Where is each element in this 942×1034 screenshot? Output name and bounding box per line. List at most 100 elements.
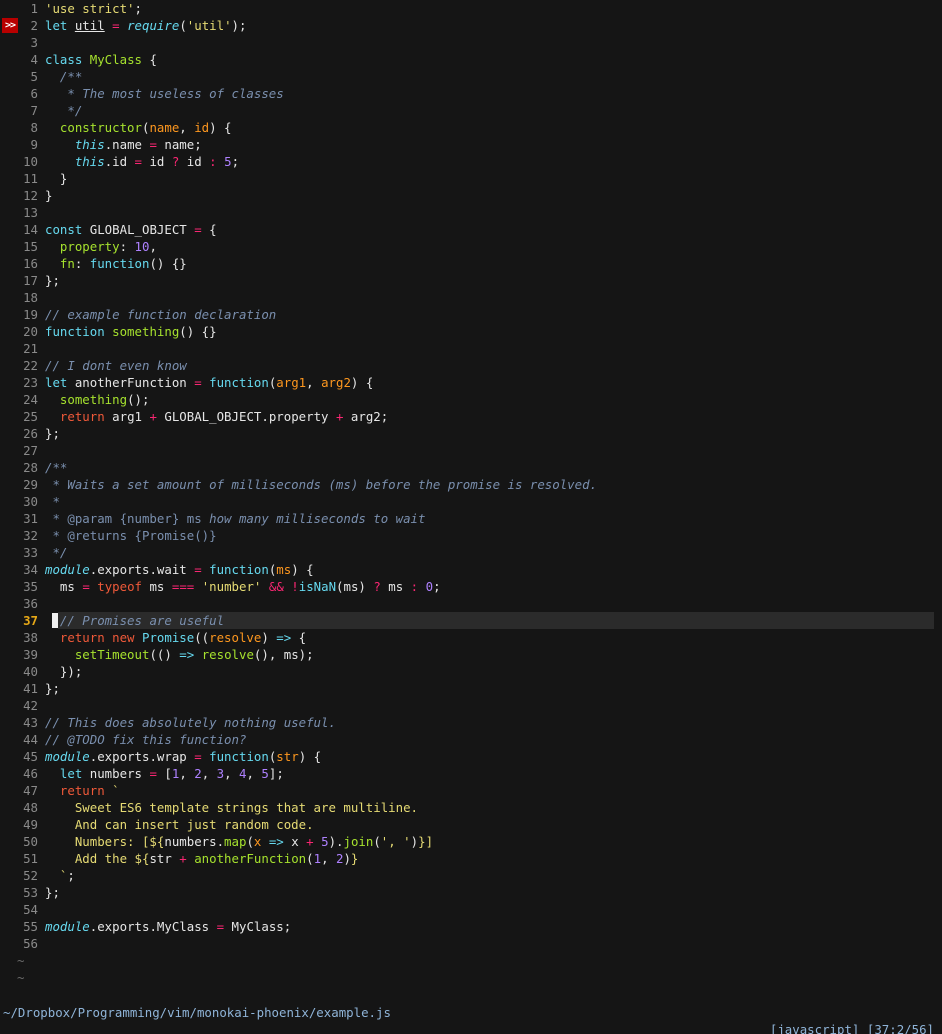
code-line[interactable]: 33 */ xyxy=(0,544,942,561)
code-text: * xyxy=(45,493,59,510)
code-line[interactable]: 21 xyxy=(0,340,942,357)
code-text: setTimeout(() => resolve(), ms); xyxy=(45,646,314,663)
code-line[interactable]: 3 xyxy=(0,34,942,51)
code-line[interactable]: 34 module.exports.wait = function(ms) { xyxy=(0,561,942,578)
code-line[interactable]: 8 constructor(name, id) { xyxy=(0,119,942,136)
code-line[interactable]: 44 // @TODO fix this function? xyxy=(0,731,942,748)
code-line[interactable]: 11 } xyxy=(0,170,942,187)
code-line[interactable]: 16 fn: function() {} xyxy=(0,255,942,272)
code-line[interactable]: 15 property: 10, xyxy=(0,238,942,255)
code-line[interactable]: 30 * xyxy=(0,493,942,510)
code-editor[interactable]: 1'use strict'; >> 2 let util = require('uti… xyxy=(0,0,942,986)
code-line[interactable]: 6 * The most useless of classes xyxy=(0,85,942,102)
code-token: Sweet ES6 template strings that are mult… xyxy=(45,800,418,815)
code-line[interactable]: 22 // I dont even know xyxy=(0,357,942,374)
code-line[interactable]: 25 return arg1 + GLOBAL_OBJECT.property … xyxy=(0,408,942,425)
code-text: Add the ${str + anotherFunction(1, 2)} xyxy=(45,850,359,867)
code-text: }); xyxy=(45,663,82,680)
code-line[interactable]: 13 xyxy=(0,204,942,221)
code-line[interactable]: 9 this.name = name; xyxy=(0,136,942,153)
code-token: = xyxy=(82,579,90,594)
line-number: 24 xyxy=(23,392,38,407)
code-line[interactable]: 39 setTimeout(() => resolve(), ms); xyxy=(0,646,942,663)
code-token: 'number' xyxy=(201,579,262,594)
code-token: id xyxy=(179,154,210,169)
code-token: function xyxy=(45,324,113,339)
code-token: } xyxy=(350,851,359,866)
error-sign-marker[interactable]: >> xyxy=(2,18,18,33)
code-line[interactable]: 36 xyxy=(0,595,942,612)
code-line[interactable]: 48 Sweet ES6 template strings that are m… xyxy=(0,799,942,816)
code-token: () {} xyxy=(149,256,187,271)
code-token: () {} xyxy=(179,324,217,339)
code-token: // @TODO fix this function? xyxy=(45,732,247,747)
code-line[interactable]: 7 */ xyxy=(0,102,942,119)
code-line[interactable]: 26}; xyxy=(0,425,942,442)
code-line[interactable]: 47 return ` xyxy=(0,782,942,799)
code-token: * Waits a set amount of milliseconds (ms… xyxy=(45,477,598,492)
line-number: 47 xyxy=(23,783,38,798)
code-line[interactable]: 54 xyxy=(0,901,942,918)
code-line[interactable]: 56 xyxy=(0,935,942,952)
code-line[interactable]: 35 ms = typeof ms === 'number' && !isNaN… xyxy=(0,578,942,595)
code-line[interactable]: 24 something(); xyxy=(0,391,942,408)
code-line[interactable]: 17}; xyxy=(0,272,942,289)
code-line[interactable]: 4 class MyClass { xyxy=(0,51,942,68)
code-token: ) { xyxy=(291,562,314,577)
line-number: 11 xyxy=(23,171,38,186)
code-line[interactable]: 49 And can insert just random code. xyxy=(0,816,942,833)
line-number: 33 xyxy=(23,545,38,560)
code-token: }); xyxy=(45,664,83,679)
code-line[interactable]: 32 * @returns {Promise()} xyxy=(0,527,942,544)
code-token: ? xyxy=(373,579,381,594)
line-number: 34 xyxy=(23,562,38,577)
code-token: = xyxy=(149,137,157,152)
code-token: // example function declaration xyxy=(45,307,277,322)
code-line[interactable]: 50 Numbers: [${numbers.map(x => x + 5).j… xyxy=(0,833,942,850)
code-token: x xyxy=(283,834,307,849)
code-text: }; xyxy=(45,680,60,697)
code-line[interactable]: 10 this.id = id ? id : 5; xyxy=(0,153,942,170)
code-line[interactable]: 45 module.exports.wrap = function(str) { xyxy=(0,748,942,765)
code-line[interactable]: 42 xyxy=(0,697,942,714)
code-line[interactable]: 29 * Waits a set amount of milliseconds … xyxy=(0,476,942,493)
code-token: constructor xyxy=(59,120,142,135)
code-text: something(); xyxy=(45,391,150,408)
code-line[interactable]: 43 // This does absolutely nothing useful… xyxy=(0,714,942,731)
code-line[interactable]: 18 xyxy=(0,289,942,306)
code-line[interactable]: 19 // example function declaration xyxy=(0,306,942,323)
code-line[interactable]: 1 'use strict'; xyxy=(0,0,942,17)
code-token: arg1 xyxy=(104,409,150,424)
code-text: // example function declaration xyxy=(45,306,276,323)
code-token: function xyxy=(209,562,269,577)
code-line[interactable]: 23 let anotherFunction = function(arg1, a… xyxy=(0,374,942,391)
code-line[interactable]: 38 return new Promise((resolve) => { xyxy=(0,629,942,646)
code-token: , xyxy=(149,239,157,254)
code-line[interactable]: >> 2 let util = require('util'); xyxy=(0,17,942,34)
line-number: 21 xyxy=(23,341,38,356)
code-token: let xyxy=(45,375,75,390)
code-line[interactable]: 40 }); xyxy=(0,663,942,680)
code-line[interactable]: 27 xyxy=(0,442,942,459)
code-token: 'util' xyxy=(186,18,232,33)
code-line[interactable]: 28 /** xyxy=(0,459,942,476)
code-line[interactable]: 51 Add the ${str + anotherFunction(1, 2)… xyxy=(0,850,942,867)
code-line[interactable]: 53}; xyxy=(0,884,942,901)
code-line[interactable]: 55 module.exports.MyClass = MyClass; xyxy=(0,918,942,935)
code-token: ms xyxy=(276,562,292,577)
code-line[interactable]: 37 // Promises are useful xyxy=(0,612,942,629)
code-line[interactable]: 14 const GLOBAL_OBJECT = { xyxy=(0,221,942,238)
line-number: 22 xyxy=(23,358,38,373)
code-line[interactable]: 46 let numbers = [1, 2, 3, 4, 5]; xyxy=(0,765,942,782)
code-line[interactable]: 31 * @param {number} ms how many millise… xyxy=(0,510,942,527)
code-line[interactable]: 5 /** xyxy=(0,68,942,85)
code-token: => xyxy=(268,834,284,849)
code-line[interactable]: 20 function something() {} xyxy=(0,323,942,340)
code-line[interactable]: 41}; xyxy=(0,680,942,697)
code-line[interactable]: 52 `; xyxy=(0,867,942,884)
code-line[interactable]: 12} xyxy=(0,187,942,204)
code-token: Promise xyxy=(141,630,195,645)
